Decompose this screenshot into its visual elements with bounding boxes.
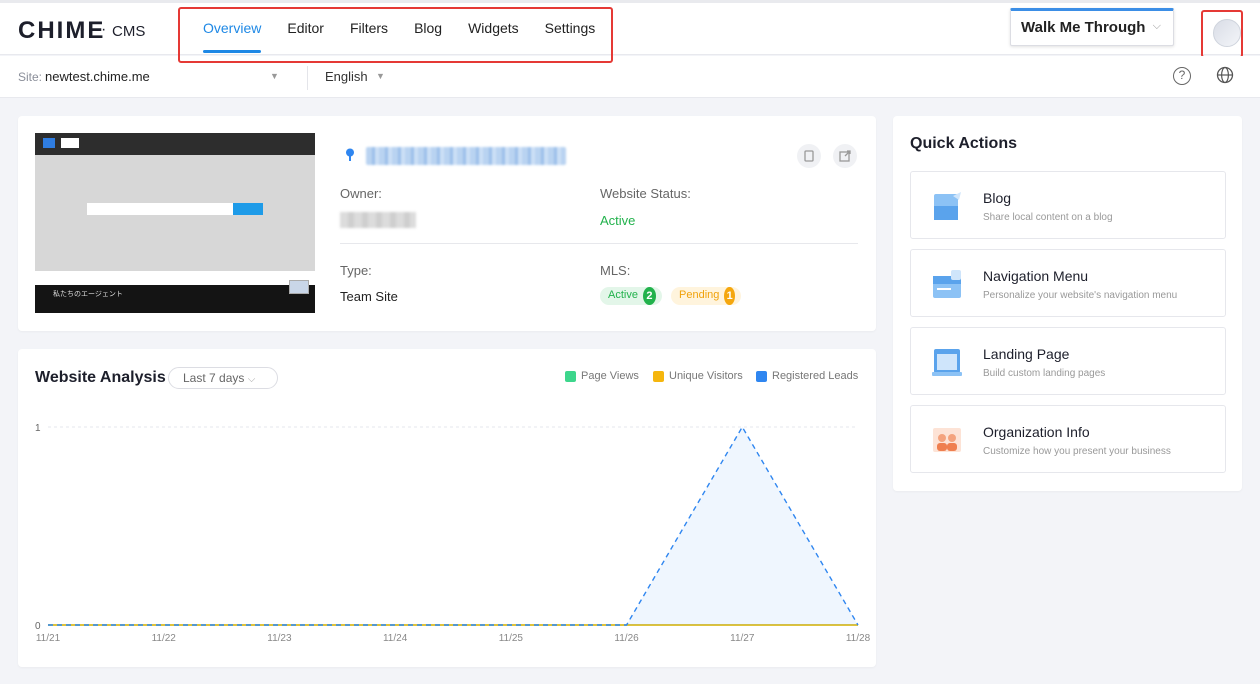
- preview-logo-mark: [61, 138, 79, 148]
- site-preview-thumbnail[interactable]: 私たちのエージェント: [35, 133, 315, 313]
- navigation-menu-icon: [933, 270, 961, 298]
- walk-me-through-label: Walk Me Through: [1021, 19, 1146, 36]
- legend-label: Registered Leads: [772, 370, 859, 382]
- site-label: Site:: [18, 70, 43, 84]
- quick-action-desc: Customize how you present your business: [983, 446, 1171, 457]
- tab-editor[interactable]: Editor: [287, 20, 324, 52]
- x-tick-label: 11/21: [36, 633, 61, 644]
- chevron-down-icon: ⌵: [1152, 20, 1161, 32]
- walk-me-through-button[interactable]: Walk Me Through ⌵: [1010, 8, 1174, 46]
- user-avatar[interactable]: [1213, 19, 1241, 47]
- legend-label: Unique Visitors: [669, 370, 743, 382]
- x-tick-label: 11/23: [267, 633, 292, 644]
- x-tick-label: 11/22: [152, 633, 177, 644]
- globe-icon[interactable]: [1216, 66, 1234, 84]
- website-status-value: Active: [600, 213, 636, 228]
- legend-swatch: [565, 370, 576, 382]
- mls-pending-badge[interactable]: Pending 1: [671, 287, 741, 305]
- logo-cms-label: CMS: [112, 23, 146, 40]
- help-icon[interactable]: ?: [1173, 67, 1191, 85]
- preview-footer-text: 私たちのエージェント: [53, 291, 123, 298]
- legend-registered-leads[interactable]: Registered Leads: [756, 370, 858, 382]
- logo-separator: ·: [101, 21, 107, 38]
- preview-band: [35, 271, 315, 285]
- quick-action-title: Organization Info: [983, 424, 1090, 440]
- preview-search-button: [233, 203, 263, 215]
- quick-action-navigation-menu[interactable]: Navigation Menu Personalize your website…: [910, 249, 1226, 317]
- website-status-label: Website Status:: [600, 186, 691, 201]
- quick-action-desc: Build custom landing pages: [983, 368, 1106, 379]
- legend-unique-visitors[interactable]: Unique Visitors: [653, 370, 743, 382]
- preview-logo: [43, 138, 55, 148]
- site-caret-icon[interactable]: ▼: [270, 71, 279, 81]
- quick-action-title: Blog: [983, 190, 1012, 206]
- quick-action-blog[interactable]: Blog Share local content on a blog: [910, 171, 1226, 239]
- series-area: [48, 427, 858, 625]
- quick-action-landing-page[interactable]: Landing Page Build custom landing pages: [910, 327, 1226, 395]
- legend-swatch: [653, 370, 664, 382]
- quick-action-desc: Personalize your website's navigation me…: [983, 290, 1178, 301]
- landing-page-icon: [932, 349, 962, 376]
- mls-active-badge[interactable]: Active 2: [600, 287, 662, 305]
- mls-pending-label: Pending: [679, 289, 720, 301]
- main-nav: Overview Editor Filters Blog Widgets Set…: [203, 20, 596, 53]
- site-select[interactable]: newtest.chime.me: [45, 69, 150, 84]
- tab-filters[interactable]: Filters: [350, 20, 388, 52]
- toolbar-divider: [307, 66, 308, 90]
- quick-action-organization-info[interactable]: Organization Info Customize how you pres…: [910, 405, 1226, 473]
- analysis-title: Website Analysis: [35, 369, 166, 386]
- type-label: Type:: [340, 263, 372, 278]
- quick-action-title: Navigation Menu: [983, 268, 1089, 284]
- site-overview-card: 私たちのエージェント Owner: Website Status: Active…: [18, 116, 876, 331]
- owner-label: Owner:: [340, 186, 382, 201]
- quick-actions-card: Quick Actions Blog Share local content o…: [893, 116, 1242, 491]
- date-range-label: Last 7 days: [183, 371, 245, 385]
- quick-actions-title: Quick Actions: [910, 135, 1017, 152]
- quick-action-desc: Share local content on a blog: [983, 212, 1113, 223]
- external-link-icon[interactable]: [833, 144, 857, 168]
- x-tick-label: 11/24: [383, 633, 408, 644]
- preview-mini-image: [289, 280, 309, 294]
- type-value: Team Site: [340, 289, 398, 304]
- y-tick-label: 1: [35, 423, 41, 434]
- chevron-down-icon: ⌵: [247, 374, 256, 385]
- owner-value-redacted: [340, 212, 416, 228]
- x-tick-label: 11/25: [499, 633, 524, 644]
- mls-active-count: 2: [642, 287, 656, 305]
- mls-pending-count: 1: [724, 287, 735, 305]
- language-caret-icon[interactable]: ▼: [376, 71, 385, 81]
- tab-blog[interactable]: Blog: [414, 20, 442, 52]
- x-tick-label: 11/26: [614, 633, 639, 644]
- x-tick-label: 11/28: [846, 633, 871, 644]
- language-select[interactable]: English: [325, 69, 368, 84]
- organization-info-icon: [933, 428, 961, 452]
- chime-logo[interactable]: CHIME: [18, 17, 105, 45]
- x-tick-label: 11/27: [730, 633, 755, 644]
- tab-settings[interactable]: Settings: [545, 20, 596, 52]
- location-pin-icon: [346, 148, 354, 161]
- legend-page-views[interactable]: Page Views: [565, 370, 639, 382]
- legend-swatch: [756, 370, 767, 382]
- site-url-redacted: [366, 147, 566, 165]
- tab-widgets[interactable]: Widgets: [468, 20, 519, 52]
- analysis-chart: 0 1 11/21 11/22 11/23 11/24 11/25 11/26 11/27 11/…: [35, 423, 871, 644]
- date-range-select[interactable]: Last 7 days ⌵: [168, 367, 278, 389]
- legend-label: Page Views: [581, 370, 639, 382]
- quick-action-title: Landing Page: [983, 346, 1070, 362]
- website-analysis-card: Website Analysis Last 7 days ⌵ Page View…: [18, 349, 876, 667]
- y-tick-label: 0: [35, 621, 41, 632]
- card-divider: [340, 243, 858, 244]
- mls-active-label: Active: [608, 289, 638, 301]
- copy-icon[interactable]: [797, 144, 821, 168]
- preview-header: [35, 133, 315, 155]
- tab-overview[interactable]: Overview: [203, 20, 262, 53]
- mls-label: MLS:: [600, 263, 631, 278]
- blog-icon: [934, 192, 961, 220]
